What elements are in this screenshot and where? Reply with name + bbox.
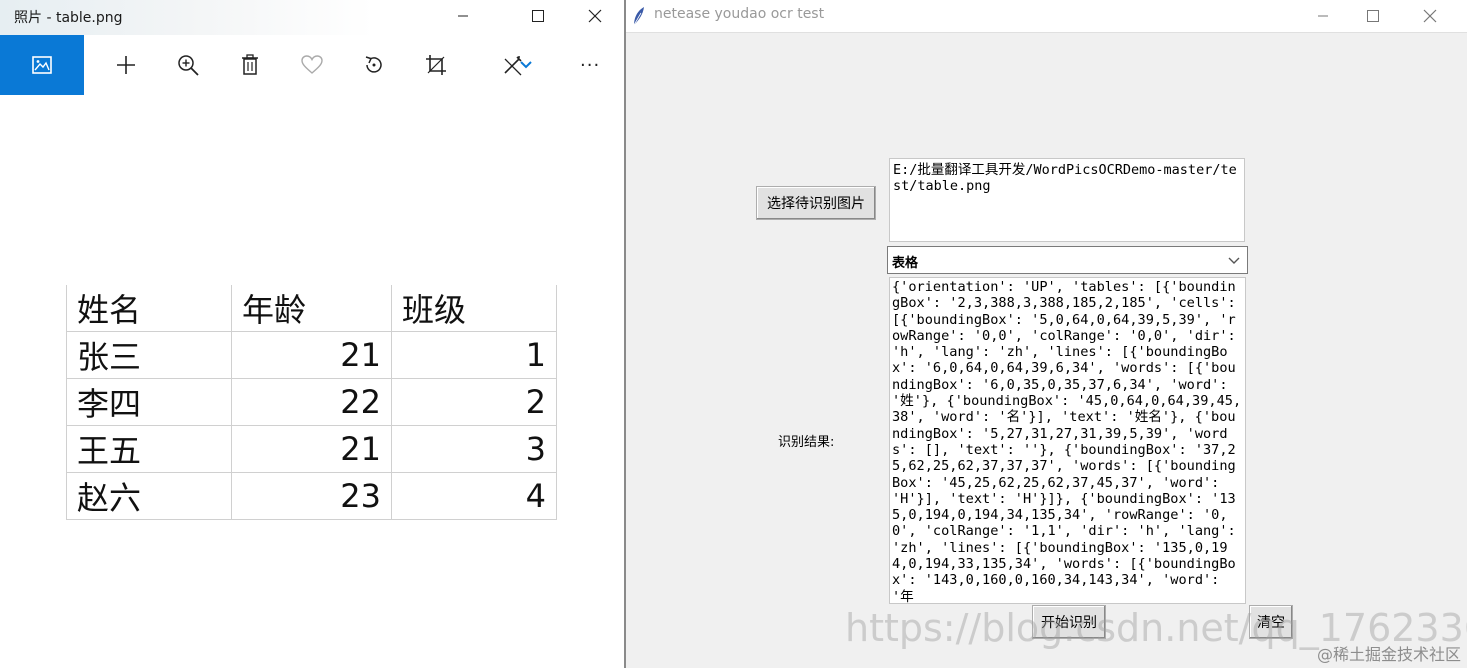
table-cell: 张三	[66, 331, 232, 379]
table-cell: 4	[391, 472, 557, 520]
ocr-close-button[interactable]	[1407, 0, 1453, 32]
table-cell: 23	[231, 472, 392, 520]
minimize-icon	[1318, 15, 1328, 17]
photos-window-title: 照片 - table.png	[14, 10, 123, 26]
table-row: 张三 21 1	[66, 331, 557, 379]
table-row: 李四 22 2	[66, 378, 557, 426]
photos-toolbar: ···	[0, 35, 624, 95]
chevron-down-icon	[1228, 257, 1240, 264]
feather-icon	[633, 7, 644, 26]
maximize-icon	[532, 10, 544, 22]
table-image: 姓名 年龄 班级 张三 21 1 李四 22 2 王五 21 3 赵六 23 4	[66, 285, 557, 520]
zoom-in-icon	[178, 55, 199, 76]
minimize-button[interactable]	[440, 0, 486, 32]
image-icon	[32, 56, 52, 74]
minimize-icon	[458, 15, 468, 17]
view-photo-button[interactable]	[0, 35, 84, 95]
mode-select-value: 表格	[892, 256, 919, 271]
result-label: 识别结果:	[778, 435, 835, 450]
table-row: 姓名 年龄 班级	[66, 285, 557, 332]
delete-button[interactable]	[225, 35, 275, 95]
data-table: 姓名 年龄 班级 张三 21 1 李四 22 2 王五 21 3 赵六 23 4	[66, 285, 557, 520]
table-cell: 21	[231, 331, 392, 379]
table-cell: 2	[391, 378, 557, 426]
table-cell: 22	[231, 378, 392, 426]
table-cell: 1	[391, 331, 557, 379]
rotate-button[interactable]	[349, 35, 399, 95]
ocr-titlebar: netease youdao ocr test	[626, 0, 1467, 33]
trash-icon	[242, 54, 258, 75]
close-icon	[588, 9, 602, 23]
crop-icon	[426, 55, 446, 75]
maximize-button[interactable]	[515, 0, 561, 32]
crop-button[interactable]	[411, 35, 461, 95]
table-cell: 赵六	[66, 472, 232, 520]
maximize-icon	[1367, 10, 1379, 22]
ocr-minimize-button[interactable]	[1300, 0, 1346, 32]
table-cell: 李四	[66, 378, 232, 426]
add-button[interactable]	[101, 35, 151, 95]
plus-icon	[117, 56, 135, 74]
table-cell: 班级	[391, 285, 557, 332]
table-cell: 姓名	[66, 285, 232, 332]
watermark-juejin: @稀土掘金技术社区	[1316, 645, 1461, 664]
table-row: 赵六 23 4	[66, 472, 557, 520]
image-path-field[interactable]: E:/批量翻译工具开发/WordPicsOCRDemo-master/test/…	[889, 158, 1245, 242]
chevron-down-icon	[520, 61, 532, 69]
more-options-button[interactable]: ···	[580, 55, 600, 76]
table-cell: 3	[391, 425, 557, 473]
ocr-maximize-button[interactable]	[1350, 0, 1396, 32]
result-textarea[interactable]: {'orientation': 'UP', 'tables': [{'bound…	[889, 277, 1246, 604]
ocr-window: netease youdao ocr test 选择待识别图片 E:/批量翻译工…	[626, 0, 1467, 668]
heart-icon	[301, 55, 323, 74]
table-cell: 年龄	[231, 285, 392, 332]
table-cell: 21	[231, 425, 392, 473]
start-recognition-button[interactable]: 开始识别	[1032, 605, 1106, 639]
select-image-button[interactable]: 选择待识别图片	[756, 186, 876, 220]
ocr-window-title: netease youdao ocr test	[654, 6, 825, 22]
mode-select[interactable]: 表格	[887, 246, 1248, 274]
clear-button[interactable]: 清空	[1249, 605, 1293, 639]
photos-titlebar: 照片 - table.png	[0, 0, 624, 35]
zoom-button[interactable]	[163, 35, 213, 95]
photos-window: 照片 - table.png ··· 姓名 年龄 班级 张三 21 1 李四 2…	[0, 0, 624, 668]
close-icon	[1423, 9, 1437, 23]
rotate-icon	[365, 56, 382, 73]
edit-dropdown-button[interactable]	[514, 35, 538, 95]
close-button[interactable]	[572, 0, 618, 32]
table-cell: 王五	[66, 425, 232, 473]
table-row: 王五 21 3	[66, 425, 557, 473]
favorite-button[interactable]	[287, 35, 337, 95]
